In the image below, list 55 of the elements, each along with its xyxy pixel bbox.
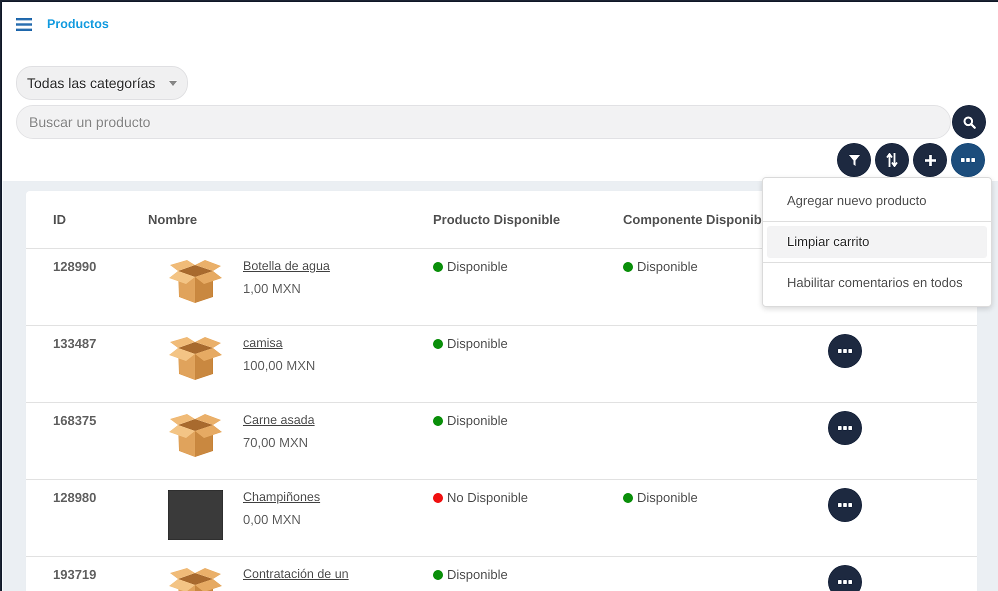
cardboard-box-icon — [168, 336, 223, 381]
price-text: 70,00 MXN — [243, 435, 310, 450]
product-link[interactable]: Champiñones — [243, 490, 320, 504]
cardboard-box-icon — [168, 413, 223, 458]
sort-button[interactable] — [875, 143, 909, 177]
menu-item[interactable]: Limpiar carrito — [767, 226, 987, 258]
more-icon — [838, 426, 852, 430]
status-text: Disponible — [447, 413, 508, 428]
page-title: Productos — [47, 17, 109, 31]
table-cell-text: 133487 — [53, 336, 98, 353]
more-icon — [838, 503, 852, 507]
photo-placeholder — [168, 490, 223, 540]
plus-icon — [924, 154, 936, 166]
search-button[interactable] — [952, 105, 986, 139]
menu-item[interactable]: Habilitar comentarios en todos — [767, 267, 987, 299]
search-field[interactable]: Buscar un producto — [16, 105, 951, 139]
row-actions-button[interactable] — [828, 411, 862, 445]
price-text: 1,00 MXN — [243, 281, 302, 296]
product-link[interactable]: Botella de agua — [243, 259, 330, 273]
more-icon — [838, 349, 852, 353]
status-text: Disponible — [447, 336, 508, 351]
menu-item[interactable]: Agregar nuevo producto — [767, 185, 987, 217]
row-actions-button[interactable] — [828, 488, 862, 522]
product-link[interactable]: Carne asada — [243, 413, 315, 427]
status-text: Disponible — [447, 567, 508, 582]
table-cell-text: 193719 — [53, 567, 98, 584]
price-text: 100,00 MXN — [243, 358, 316, 373]
column-header: Producto Disponible — [433, 212, 562, 227]
table-cell-text: 128990 — [53, 259, 98, 276]
table-cell-text: 168375 — [53, 413, 98, 430]
more-icon — [838, 580, 852, 584]
more-icon — [961, 158, 975, 162]
row-actions-button[interactable] — [828, 334, 862, 368]
add-button[interactable] — [913, 143, 947, 177]
column-header: Nombre — [148, 212, 198, 227]
table-cell-text: 128980 — [53, 490, 98, 507]
caret-icon — [169, 80, 178, 86]
column-header: Componente Disponib — [623, 212, 763, 227]
menu-icon[interactable] — [16, 18, 32, 30]
more-button[interactable] — [951, 143, 985, 177]
status-text: Disponible — [447, 259, 508, 274]
product-link[interactable]: camisa — [243, 336, 316, 350]
cardboard-box-icon — [168, 259, 223, 304]
status-text: No Disponible — [447, 490, 528, 505]
column-header: ID — [53, 212, 67, 227]
price-text: 0,00 MXN — [243, 512, 302, 527]
status-text: Disponible — [637, 259, 698, 274]
product-link[interactable]: Contratación de un — [243, 567, 349, 581]
status-text: Disponible — [637, 490, 698, 505]
filter-button[interactable] — [837, 143, 871, 177]
sort-icon — [886, 153, 898, 167]
search-icon — [962, 116, 976, 128]
row-actions-button[interactable] — [828, 565, 862, 591]
filter-icon — [848, 154, 860, 166]
category-dropdown[interactable]: Todas las categorías — [16, 66, 188, 100]
